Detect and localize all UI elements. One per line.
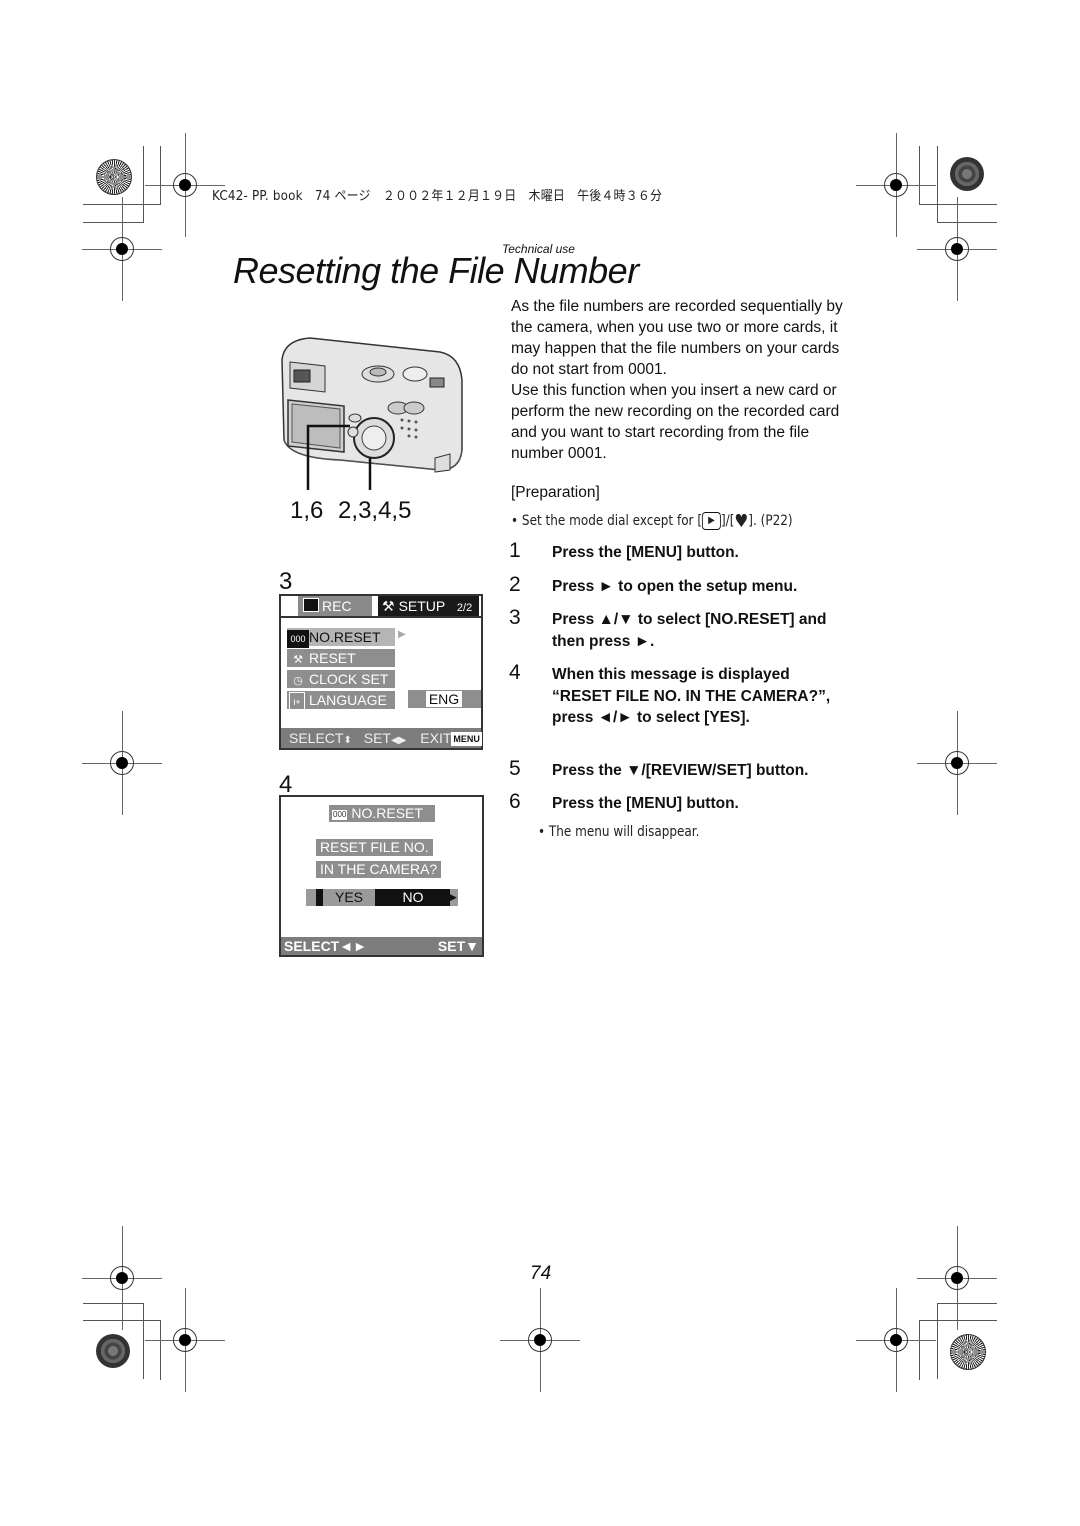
file-number-icon: 000 bbox=[287, 630, 309, 648]
registration-mark-icon bbox=[856, 1288, 936, 1392]
screen4-title: 000 NO.RESET bbox=[329, 805, 435, 822]
color-target-icon bbox=[96, 159, 132, 195]
registration-mark-icon bbox=[82, 1226, 162, 1330]
menu-item-language: i+ LANGUAGE bbox=[287, 691, 395, 712]
play-icon: ▶ bbox=[702, 512, 721, 530]
menu-tabs: REC ⚒ SETUP 2/2 bbox=[281, 596, 481, 618]
preparation-heading: [Preparation] bbox=[511, 484, 600, 501]
callout-right: 2,3,4,5 bbox=[338, 497, 412, 524]
option-yes: YES bbox=[323, 889, 375, 906]
option-no: NO bbox=[402, 889, 424, 905]
wrench-icon: ⚒ bbox=[382, 598, 395, 614]
preparation-bullet: • Set the mode dial except for [▶]/[♥]. … bbox=[511, 511, 793, 532]
message-line-2: IN THE CAMERA? bbox=[316, 861, 442, 878]
menu-item-no-reset: 000 NO.RESET bbox=[287, 628, 395, 648]
camera-illustration bbox=[281, 337, 463, 490]
registration-mark-icon bbox=[82, 711, 162, 815]
intro-paragraph-2: Use this function when you insert a new … bbox=[511, 382, 840, 462]
registration-mark-icon bbox=[500, 1288, 580, 1392]
registration-mark-icon bbox=[917, 197, 997, 301]
language-icon: i+ bbox=[289, 692, 305, 712]
registration-mark-icon bbox=[145, 133, 225, 237]
clock-icon: ◷ bbox=[293, 675, 303, 687]
intro-text: As the file numbers are recorded sequent… bbox=[511, 296, 856, 464]
color-target-icon bbox=[96, 1334, 130, 1368]
camera-callouts: 1,6 2,3,4,5 bbox=[290, 497, 411, 525]
registration-mark-icon bbox=[917, 1226, 997, 1330]
registration-mark-icon bbox=[145, 1288, 225, 1392]
right-arrow-icon: ▶ bbox=[450, 892, 457, 902]
submenu-arrow-icon: ▶ bbox=[398, 629, 406, 640]
menu-footer: SELECT⬍ SET◀▶ EXIT MENU bbox=[281, 728, 482, 748]
lcd-setup-menu: REC ⚒ SETUP 2/2 000 NO.RESET ▶ ⚒ RESET ◷ CLO… bbox=[279, 594, 483, 750]
registration-mark-icon bbox=[917, 711, 997, 815]
message-line-1: RESET FILE NO. bbox=[316, 839, 433, 856]
color-target-icon bbox=[950, 1334, 986, 1370]
registration-mark-icon bbox=[856, 133, 936, 237]
reset-icon: ⚒ bbox=[293, 654, 303, 666]
tab-setup: ⚒ SETUP 2/2 bbox=[378, 596, 479, 616]
file-number-icon: 000 bbox=[332, 810, 348, 820]
lcd-reset-confirm: 000 NO.RESET RESET FILE NO. IN THE CAMERA… bbox=[279, 795, 484, 957]
confirm-footer: SELECT◄► SET▼ bbox=[281, 937, 482, 955]
menu-item-reset: ⚒ RESET bbox=[287, 649, 395, 667]
heart-icon: ♥ bbox=[734, 511, 749, 532]
screen3-label: 3 bbox=[279, 568, 293, 595]
left-right-arrow-icon: ◀▶ bbox=[390, 735, 407, 746]
camera-icon bbox=[303, 598, 319, 612]
up-down-arrow-icon: ⬍ bbox=[343, 735, 352, 746]
page-indicator: 2/2 bbox=[456, 602, 473, 614]
menu-button-icon: MENU bbox=[451, 732, 482, 747]
page-number: 74 bbox=[530, 1263, 552, 1284]
yes-no-selector: YES NO ▶ bbox=[306, 889, 458, 906]
color-target-icon bbox=[950, 157, 984, 191]
page-title: Resetting the File Number bbox=[233, 250, 639, 291]
step6-note: • The menu will disappear. bbox=[538, 824, 700, 840]
registration-mark-icon bbox=[82, 197, 162, 301]
print-header: KC42- PP. book 74 ページ ２００２年１２月１９日 木曜日 午後… bbox=[212, 189, 663, 204]
menu-item-clock-set: ◷ CLOCK SET bbox=[287, 670, 395, 688]
intro-paragraph-1: As the file numbers are recorded sequent… bbox=[511, 298, 843, 378]
tab-rec: REC bbox=[298, 596, 372, 616]
language-value: ENG bbox=[408, 690, 481, 708]
callout-left: 1,6 bbox=[290, 497, 324, 524]
